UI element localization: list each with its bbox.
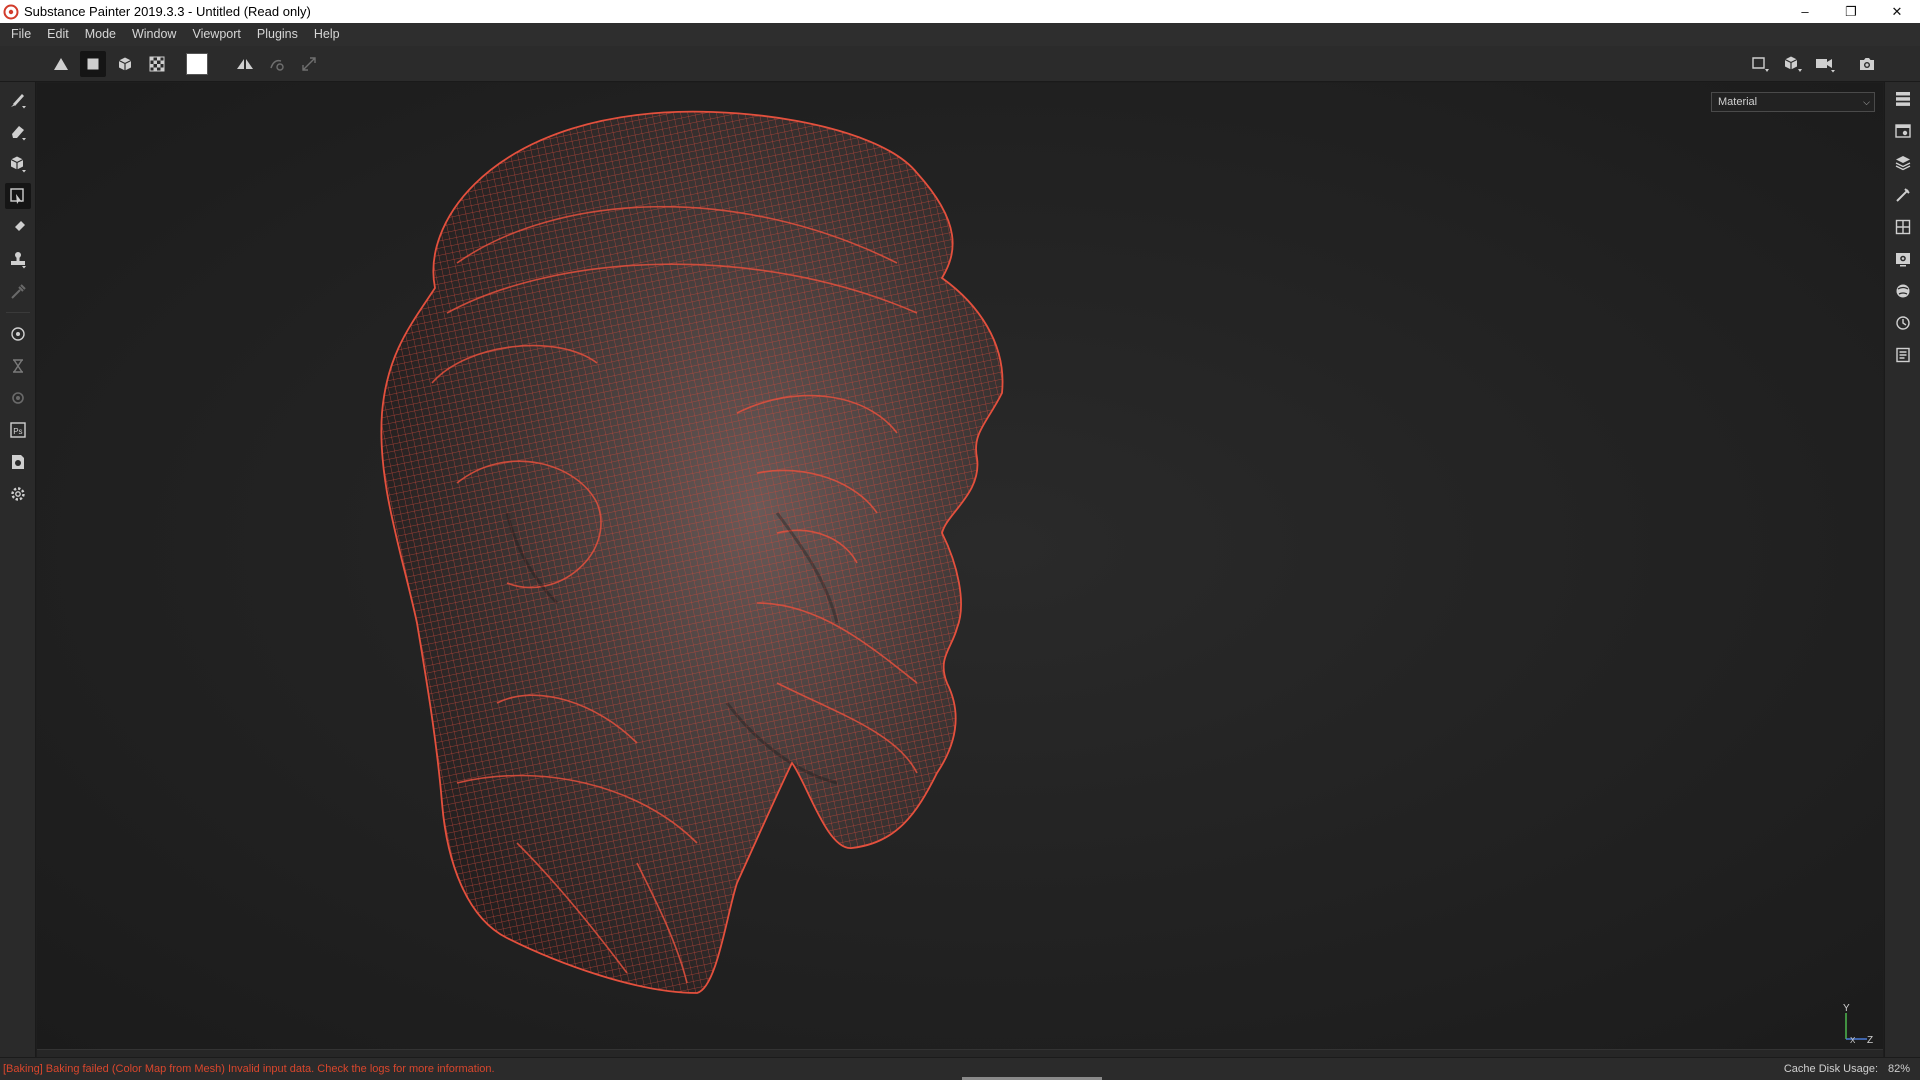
- menu-edit[interactable]: Edit: [39, 23, 77, 46]
- axis-gizmo: Y X Z: [1843, 1003, 1873, 1046]
- display-settings-icon[interactable]: [1891, 215, 1915, 239]
- window-title: Substance Painter 2019.3.3 - Untitled (R…: [24, 4, 311, 19]
- clone-stamp-icon[interactable]: [5, 247, 31, 273]
- title-bar: Substance Painter 2019.3.3 - Untitled (R…: [0, 0, 1920, 23]
- substance-painter-window: Substance Painter 2019.3.3 - Untitled (R…: [0, 0, 1920, 1080]
- polygon-fill-icon[interactable]: [5, 183, 31, 209]
- triangle-fill-icon[interactable]: [48, 51, 74, 77]
- photoshop-icon[interactable]: Ps: [5, 417, 31, 443]
- svg-text:Ps: Ps: [13, 427, 22, 436]
- settings-icon[interactable]: [5, 481, 31, 507]
- layers-icon[interactable]: [1891, 151, 1915, 175]
- left-tool-column: Ps: [0, 82, 36, 1057]
- color-picker-icon[interactable]: [5, 279, 31, 305]
- texture-set-settings-icon[interactable]: [1891, 119, 1915, 143]
- document-icon[interactable]: [5, 449, 31, 475]
- pen-pressure-icon[interactable]: [296, 51, 322, 77]
- cube-icon[interactable]: [112, 51, 138, 77]
- menu-help[interactable]: Help: [306, 23, 348, 46]
- 2d-view-icon[interactable]: [1748, 51, 1774, 77]
- status-error-message[interactable]: [Baking] Baking failed (Color Map from M…: [3, 1063, 495, 1075]
- menu-file[interactable]: File: [4, 23, 39, 46]
- camera-icon[interactable]: [1812, 51, 1838, 77]
- square-fill-icon[interactable]: [80, 51, 106, 77]
- bake-settings-icon[interactable]: [5, 321, 31, 347]
- paint-brush-icon[interactable]: [5, 87, 31, 113]
- projection-icon[interactable]: [5, 151, 31, 177]
- 3d-view-icon[interactable]: [1780, 51, 1806, 77]
- right-panel-column: [1884, 82, 1920, 1057]
- symmetry-icon[interactable]: [232, 51, 258, 77]
- history-icon[interactable]: [1891, 311, 1915, 335]
- close-button[interactable]: ✕: [1874, 0, 1920, 23]
- log-icon[interactable]: [1891, 343, 1915, 367]
- channel-dropdown[interactable]: Material ⌵: [1711, 92, 1875, 112]
- menu-viewport[interactable]: Viewport: [184, 23, 248, 46]
- viewer-settings-icon[interactable]: [1891, 247, 1915, 271]
- cache-disk-usage-label: Cache Disk Usage:: [1783, 1063, 1878, 1075]
- checker-icon[interactable]: [144, 51, 170, 77]
- eraser-icon[interactable]: [5, 119, 31, 145]
- substance-logo-icon: [3, 4, 19, 19]
- menu-bar: File Edit Mode Window Viewport Plugins H…: [0, 23, 1920, 46]
- screenshot-icon[interactable]: [1854, 51, 1880, 77]
- main-toolbar: [0, 46, 1920, 82]
- shader-settings-icon[interactable]: [1891, 279, 1915, 303]
- cache-disk-usage-value: 82%: [1887, 1063, 1910, 1075]
- chevron-down-icon: ⌵: [1863, 97, 1870, 107]
- window-controls: – ❐ ✕: [1782, 0, 1920, 23]
- status-bar: [Baking] Baking failed (Color Map from M…: [0, 1057, 1920, 1080]
- axis-z-label: Z: [1867, 1035, 1873, 1046]
- color-swatch-icon[interactable]: [184, 51, 210, 77]
- lazy-mouse-icon[interactable]: [264, 51, 290, 77]
- minimize-button[interactable]: –: [1782, 0, 1828, 23]
- wireframe-head-mesh: [380, 110, 1004, 994]
- channel-dropdown-value: Material: [1718, 96, 1758, 108]
- properties-icon[interactable]: [1891, 183, 1915, 207]
- export-icon[interactable]: [5, 385, 31, 411]
- axis-y-label: Y: [1843, 1003, 1850, 1014]
- smudge-icon[interactable]: [5, 215, 31, 241]
- viewport-bottom-bar: [37, 1049, 1883, 1057]
- axis-x-label: X: [1850, 1036, 1856, 1045]
- iray-icon[interactable]: [5, 353, 31, 379]
- menu-mode[interactable]: Mode: [77, 23, 124, 46]
- 3d-viewport[interactable]: Material ⌵ Y X Z: [37, 83, 1883, 1049]
- restore-button[interactable]: ❐: [1828, 0, 1874, 23]
- menu-window[interactable]: Window: [124, 23, 184, 46]
- texture-set-list-icon[interactable]: [1891, 87, 1915, 111]
- menu-plugins[interactable]: Plugins: [249, 23, 306, 46]
